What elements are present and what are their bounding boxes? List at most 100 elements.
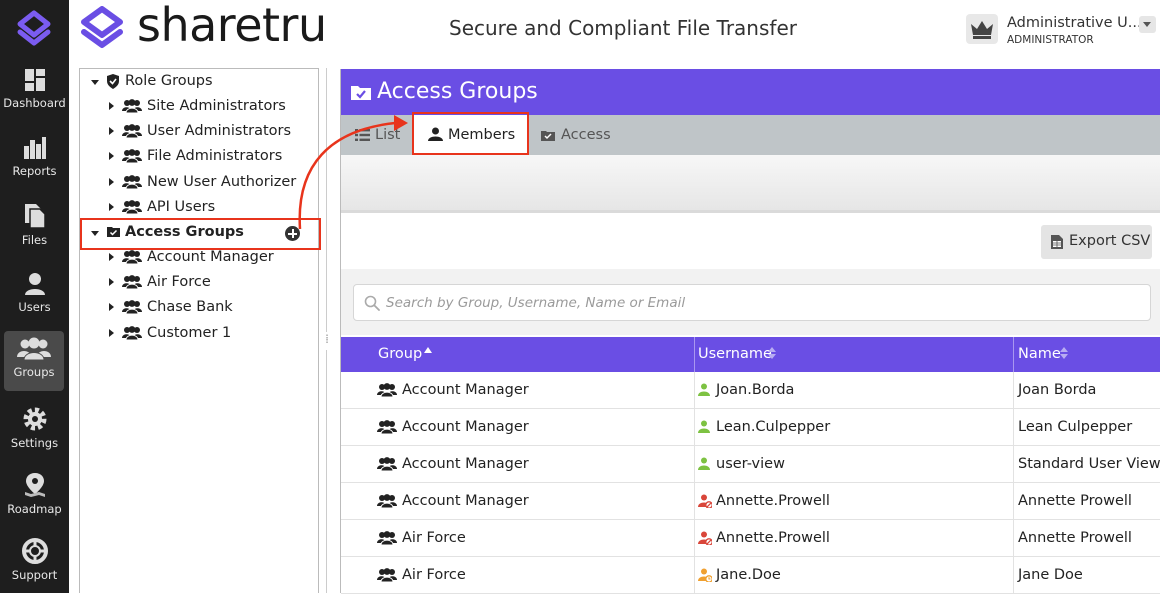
- nav-files[interactable]: Files: [0, 203, 69, 267]
- group-icon-wrap: [377, 494, 397, 512]
- nav-settings[interactable]: Settings: [0, 406, 69, 470]
- group-icon: [122, 174, 142, 190]
- user-status-icon-wrap: [698, 383, 712, 401]
- tab-access[interactable]: Access: [531, 115, 621, 155]
- group-icon-wrap: [122, 300, 142, 318]
- avatar[interactable]: [966, 14, 998, 44]
- cell-name: Lean Culpepper: [1018, 419, 1133, 435]
- group-icon-wrap: [377, 531, 397, 549]
- cell-name: Jane Doe: [1018, 567, 1083, 583]
- tree-item-label: API Users: [147, 198, 216, 215]
- nav-users[interactable]: Users: [0, 272, 69, 336]
- column-header-username[interactable]: Username: [695, 337, 1013, 372]
- caret-right-icon[interactable]: [109, 152, 114, 161]
- group-icon-wrap: [122, 124, 142, 142]
- page-title: Access Groups: [377, 79, 538, 104]
- table-row[interactable]: Account Manager user-view Standard User Vi…: [341, 446, 1160, 483]
- column-divider: [1013, 372, 1014, 593]
- caret-right-icon[interactable]: [109, 127, 114, 136]
- cell-group: Account Manager: [402, 493, 529, 509]
- user-role: ADMINISTRATOR: [1007, 34, 1094, 46]
- caret-right-icon[interactable]: [109, 202, 114, 211]
- dashboard-icon: [24, 69, 45, 91]
- cell-name: Annette Prowell: [1018, 530, 1132, 546]
- group-icon-wrap: [377, 383, 397, 401]
- group-icon-wrap: [122, 174, 142, 193]
- user-menu-dropdown[interactable]: [1139, 16, 1156, 33]
- tree-item-label: File Administrators: [147, 148, 283, 165]
- caret-right-icon[interactable]: [109, 278, 114, 287]
- group-icon: [377, 383, 397, 398]
- caret-right-icon[interactable]: [109, 102, 114, 110]
- folder-check-icon: [541, 131, 555, 141]
- tree-item-access-group[interactable]: Account Manager: [108, 247, 308, 271]
- caret-down-icon[interactable]: [91, 80, 99, 85]
- nav-reports[interactable]: Reports: [0, 136, 69, 200]
- search-icon: [364, 295, 380, 311]
- caret-right-icon[interactable]: [109, 177, 114, 186]
- group-icon: [122, 99, 142, 114]
- nav-dashboard[interactable]: Dashboard: [0, 68, 69, 132]
- tree-item-role-group[interactable]: User Administrators: [108, 121, 308, 145]
- cell-username: Annette.Prowell: [716, 530, 830, 546]
- user-status-icon-wrap: [698, 457, 712, 475]
- reports-icon: [23, 137, 46, 159]
- gear-icon: [23, 407, 46, 431]
- table-row[interactable]: Account Manager Lean.Culpepper Lean Culpep…: [341, 409, 1160, 446]
- table-row[interactable]: Account Manager Annette.Prowell Annette Pr…: [341, 483, 1160, 520]
- tree-item-label: User Administrators: [147, 123, 292, 140]
- cell-group: Account Manager: [402, 456, 529, 472]
- splitter-grip-icon[interactable]: ⁞: [321, 332, 333, 350]
- tree-item-label: Site Administrators: [147, 98, 286, 114]
- column-header-name[interactable]: Name: [1014, 337, 1160, 372]
- nav-groups[interactable]: Groups: [4, 331, 64, 391]
- caret-right-icon[interactable]: [109, 253, 114, 261]
- nav-support-label: Support: [11, 568, 58, 582]
- search-input[interactable]: [386, 285, 1136, 320]
- nav-roadmap-label: Roadmap: [7, 502, 62, 516]
- group-icon: [122, 300, 142, 315]
- sort-icon: [1060, 347, 1068, 361]
- cell-username: user-view: [716, 456, 785, 472]
- column-header-group[interactable]: Group: [341, 337, 694, 372]
- caret-right-icon[interactable]: [109, 328, 114, 337]
- table-row[interactable]: Air Force Jane.Doe Jane Doe: [341, 557, 1160, 594]
- column-divider: [694, 372, 695, 593]
- group-icon-wrap: [122, 325, 142, 344]
- tree-item-role-group[interactable]: New User Authorizer: [108, 172, 308, 196]
- tree-item-role-group[interactable]: Site Administrators: [108, 96, 308, 120]
- brand-name[interactable]: sharetru: [137, 0, 327, 52]
- nav-roadmap[interactable]: Roadmap: [0, 472, 69, 536]
- user-name[interactable]: Administrative U...: [1007, 15, 1142, 31]
- tree-role-groups[interactable]: Role Groups: [91, 71, 311, 95]
- search-box[interactable]: [353, 284, 1151, 321]
- caret-right-icon[interactable]: [109, 303, 114, 312]
- toolbar-area: [341, 155, 1160, 213]
- group-icon: [377, 494, 397, 509]
- table-row[interactable]: Account Manager Joan.Borda Joan Borda: [341, 372, 1160, 409]
- annotation-arrow: [298, 115, 408, 230]
- tree-item-access-group[interactable]: Chase Bank: [108, 297, 308, 321]
- map-pin-icon: [24, 473, 45, 497]
- table-row[interactable]: Air Force Annette.Prowell Annette Prowell: [341, 520, 1160, 557]
- crown-icon: [971, 21, 993, 39]
- nav-dashboard-label: Dashboard: [3, 96, 66, 110]
- cell-name: Annette Prowell: [1018, 493, 1132, 509]
- main-panel: Access Groups List Members Access Export…: [340, 69, 1160, 594]
- shield-icon: [107, 74, 119, 89]
- sort-icon: [768, 347, 776, 361]
- export-csv-button[interactable]: Export CSV: [1041, 225, 1152, 259]
- tree-item-access-group[interactable]: Air Force: [108, 272, 308, 296]
- sharetru-logo-icon[interactable]: [78, 6, 126, 50]
- tree-item-label: Air Force: [147, 274, 211, 291]
- tree-item-role-group[interactable]: File Administrators: [108, 146, 308, 170]
- tree-item-access-group[interactable]: Customer 1: [108, 323, 308, 347]
- column-group-label: Group: [378, 346, 423, 362]
- tab-members-highlight: [412, 112, 529, 155]
- tree-item-label: Customer 1: [147, 324, 232, 341]
- cell-group: Air Force: [402, 530, 466, 546]
- sharetru-logo-icon[interactable]: [15, 10, 53, 50]
- group-icon: [377, 457, 397, 472]
- nav-support[interactable]: Support: [0, 538, 69, 602]
- tree-item-label: Account Manager: [147, 249, 274, 265]
